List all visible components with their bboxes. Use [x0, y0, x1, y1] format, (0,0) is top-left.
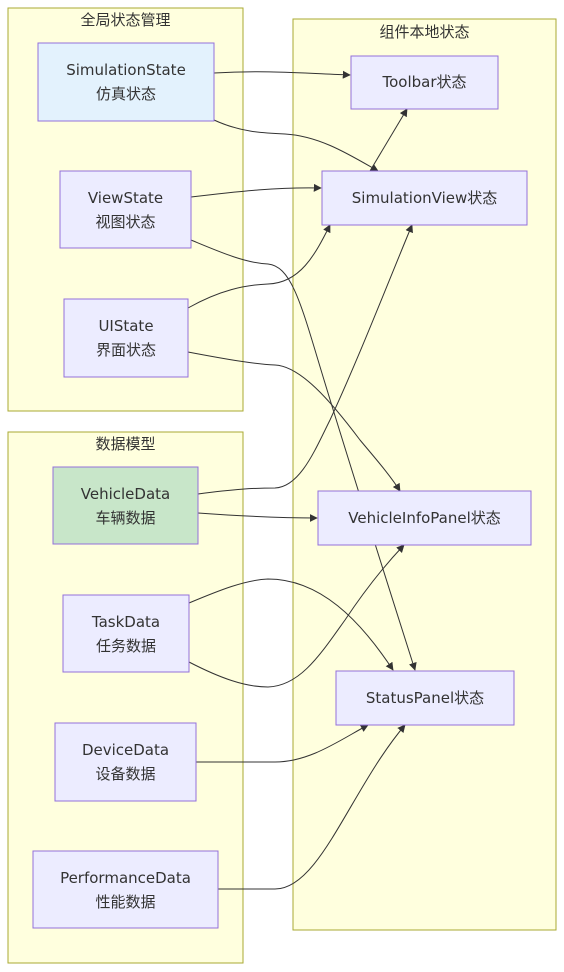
node-ui-state-name: UIState: [98, 317, 153, 335]
cluster-local-state-title: 组件本地状态: [379, 23, 469, 41]
node-performance-data-label: 性能数据: [95, 893, 155, 911]
node-simulation-view-state: SimulationView状态: [321, 170, 528, 226]
node-simulation-state-name: SimulationState: [66, 61, 186, 79]
cluster-local-state: 组件本地状态: [292, 18, 557, 931]
node-toolbar-state: Toolbar状态: [350, 55, 499, 110]
node-vehicle-data-label: 车辆数据: [95, 509, 155, 527]
node-performance-data: PerformanceData 性能数据: [32, 850, 219, 929]
node-status-panel-state-label: StatusPanel状态: [366, 689, 484, 707]
node-simulation-state-label: 仿真状态: [96, 85, 156, 103]
cluster-global-state-title: 全局状态管理: [80, 11, 170, 29]
node-vehicle-info-panel-state-label: VehicleInfoPanel状态: [348, 509, 501, 527]
node-view-state: ViewState 视图状态: [59, 170, 192, 249]
node-vehicle-info-panel-state: VehicleInfoPanel状态: [317, 490, 532, 546]
node-toolbar-state-label: Toolbar状态: [381, 73, 466, 91]
node-vehicle-data-name: VehicleData: [81, 485, 170, 503]
node-ui-state-label: 界面状态: [96, 341, 156, 359]
node-ui-state: UIState 界面状态: [63, 298, 189, 378]
node-device-data-name: DeviceData: [82, 741, 169, 759]
state-architecture-diagram: 全局状态管理 数据模型 组件本地状态 SimulationState 仿真状态 …: [7, 7, 557, 964]
node-status-panel-state: StatusPanel状态: [335, 670, 515, 726]
cluster-data-model-title: 数据模型: [95, 435, 155, 453]
node-task-data-name: TaskData: [91, 613, 160, 631]
node-vehicle-data: VehicleData 车辆数据: [52, 466, 199, 545]
node-task-data: TaskData 任务数据: [62, 594, 190, 673]
node-simulation-state: SimulationState 仿真状态: [37, 42, 215, 122]
node-simulation-view-state-label: SimulationView状态: [352, 189, 498, 207]
node-view-state-name: ViewState: [88, 189, 163, 207]
node-task-data-label: 任务数据: [96, 637, 156, 655]
node-performance-data-name: PerformanceData: [60, 869, 191, 887]
node-device-data-label: 设备数据: [95, 765, 155, 783]
node-view-state-label: 视图状态: [95, 213, 155, 231]
node-device-data: DeviceData 设备数据: [54, 722, 197, 802]
